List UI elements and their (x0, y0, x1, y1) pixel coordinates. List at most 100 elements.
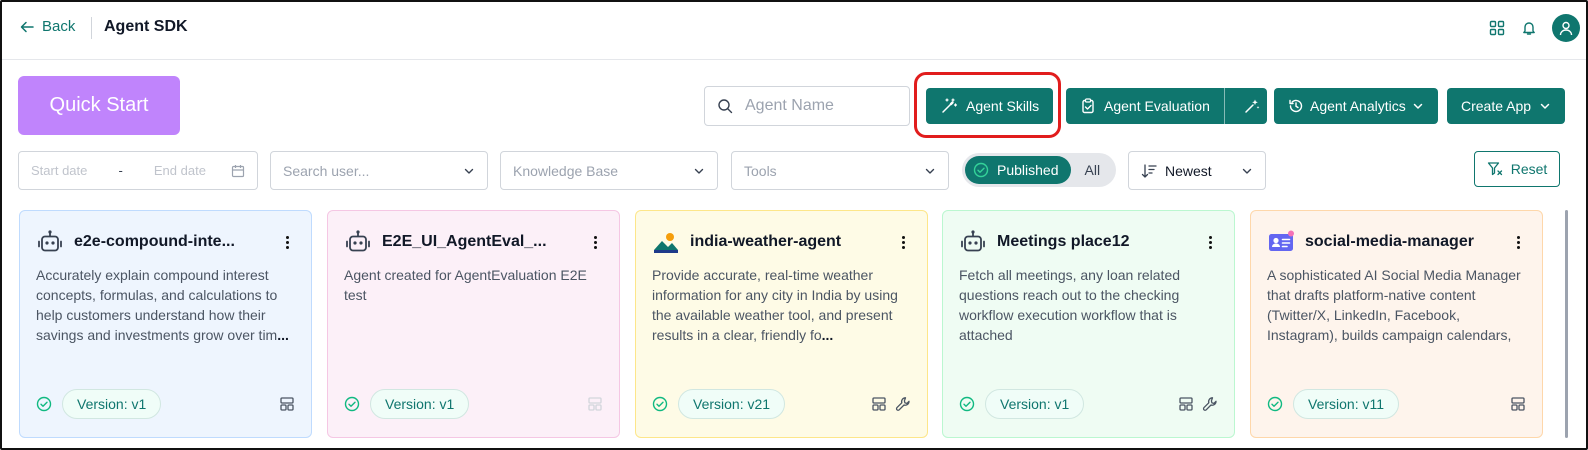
grid-icon[interactable] (1488, 19, 1506, 37)
arrow-left-icon (20, 21, 34, 32)
version-badge: Version: v21 (678, 389, 786, 419)
clipboard-check-icon (1082, 98, 1094, 114)
tools-select[interactable]: Tools (731, 151, 949, 190)
back-button[interactable]: Back (20, 18, 75, 35)
check-circle-icon (652, 396, 668, 412)
wrench-icon (1202, 397, 1217, 411)
header-actions (1488, 14, 1580, 42)
calendar-icon (231, 164, 245, 177)
version-badge: Version: v1 (985, 389, 1085, 419)
page-title: Agent SDK (104, 18, 188, 35)
landscape-icon (652, 228, 680, 256)
check-circle-icon (959, 396, 975, 412)
robot-icon (344, 228, 372, 256)
agent-description: Accurately explain compound interest con… (36, 267, 289, 343)
agent-analytics-button[interactable]: Agent Analytics (1274, 88, 1438, 124)
reset-label: Reset (1510, 161, 1548, 177)
tools-placeholder: Tools (744, 162, 777, 179)
sort-icon (1141, 163, 1157, 178)
history-icon (1289, 99, 1303, 113)
toggle-all[interactable]: All (1071, 162, 1115, 178)
robot-icon (36, 228, 64, 256)
chevron-down-icon (1540, 103, 1550, 109)
split-divider (1223, 88, 1225, 124)
kebab-menu-icon[interactable] (279, 232, 295, 252)
user-icon (1559, 21, 1573, 36)
check-circle-icon (1267, 396, 1283, 412)
agent-card[interactable]: social-media-manager A sophisticated AI … (1250, 210, 1543, 438)
sort-select[interactable]: Newest (1128, 151, 1266, 190)
toggle-published-label: Published (997, 162, 1059, 178)
agent-card[interactable]: india-weather-agent Provide accurate, re… (635, 210, 928, 438)
start-date-placeholder: Start date (31, 163, 88, 178)
create-app-button[interactable]: Create App (1447, 88, 1566, 124)
published-toggle: Published All (962, 153, 1116, 187)
agent-card[interactable]: E2E_UI_AgentEval_... Agent created for A… (327, 210, 620, 438)
end-date-placeholder: End date (153, 163, 206, 178)
agent-card[interactable]: e2e-compound-inte... Accurately explain … (19, 210, 312, 438)
chevron-down-icon (694, 168, 704, 174)
filter-reset-icon (1487, 162, 1502, 176)
reset-button[interactable]: Reset (1474, 151, 1560, 187)
agent-skills-label: Agent Skills (966, 98, 1040, 114)
kebab-menu-icon[interactable] (587, 232, 603, 252)
sparkle-wand-icon (1245, 99, 1260, 113)
create-app-label: Create App (1461, 98, 1532, 114)
agent-name: social-media-manager (1305, 233, 1474, 250)
toggle-published[interactable]: Published (965, 156, 1071, 184)
agent-name: india-weather-agent (690, 233, 842, 250)
kebab-menu-icon[interactable] (895, 232, 911, 252)
magic-wand-icon (942, 98, 958, 113)
sparkle-wand-button[interactable] (1237, 97, 1267, 115)
check-circle-icon (36, 396, 52, 412)
agent-name: e2e-compound-inte... (74, 233, 235, 250)
back-label: Back (42, 18, 76, 35)
chevron-down-icon (925, 168, 935, 174)
top-bar: Back Agent SDK (2, 2, 1586, 60)
agent-description: Provide accurate, real-time weather info… (652, 267, 898, 343)
search-user-select[interactable]: Search user... (270, 151, 488, 190)
agent-analytics-label: Agent Analytics (1310, 98, 1406, 114)
layout-icon (588, 397, 602, 411)
bell-icon[interactable] (1520, 19, 1538, 37)
search-icon (718, 99, 733, 114)
header-divider (91, 17, 92, 39)
agent-description: Fetch all meetings, any loan related que… (959, 267, 1181, 343)
version-badge: Version: v1 (370, 389, 470, 419)
version-badge: Version: v11 (1293, 389, 1400, 419)
id-card-icon (1267, 228, 1295, 256)
robot-icon (959, 228, 987, 256)
wrench-icon (895, 397, 910, 411)
chevron-down-icon (464, 168, 474, 174)
layout-icon (1179, 397, 1193, 411)
agent-name-input[interactable] (745, 97, 895, 115)
scrollbar[interactable] (1565, 210, 1568, 438)
agent-card[interactable]: Meetings place12 Fetch all meetings, any… (942, 210, 1235, 438)
agent-skills-button[interactable]: Agent Skills (926, 88, 1054, 124)
check-circle-icon (344, 396, 360, 412)
agent-description: Agent created for AgentEvaluation E2E te… (344, 267, 587, 303)
quick-start-button[interactable]: Quick Start (18, 76, 180, 135)
layout-icon (872, 397, 886, 411)
version-badge: Version: v1 (62, 389, 162, 419)
app-window: Back Agent SDK Quick Start Agent Skills … (0, 0, 1588, 450)
agent-name: E2E_UI_AgentEval_... (382, 233, 547, 250)
chevron-down-icon (1413, 103, 1422, 109)
agent-evaluation-label: Agent Evaluation (1104, 98, 1210, 114)
layout-icon (1511, 397, 1525, 411)
agent-name: Meetings place12 (997, 233, 1130, 250)
kebab-menu-icon[interactable] (1202, 232, 1218, 252)
date-range-picker[interactable]: Start date - End date (18, 151, 258, 190)
user-avatar[interactable] (1552, 14, 1580, 42)
sort-label: Newest (1165, 162, 1212, 179)
kebab-menu-icon[interactable] (1510, 232, 1526, 252)
search-user-placeholder: Search user... (283, 162, 370, 179)
chevron-down-icon (1242, 168, 1252, 174)
date-separator: - (118, 163, 123, 178)
agent-description: A sophisticated AI Social Media Manager … (1267, 267, 1521, 343)
knowledge-base-placeholder: Knowledge Base (513, 162, 619, 179)
layout-icon (280, 397, 294, 411)
knowledge-base-select[interactable]: Knowledge Base (500, 151, 718, 190)
agent-evaluation-button[interactable]: Agent Evaluation (1066, 88, 1267, 124)
agent-name-search[interactable] (704, 86, 910, 126)
